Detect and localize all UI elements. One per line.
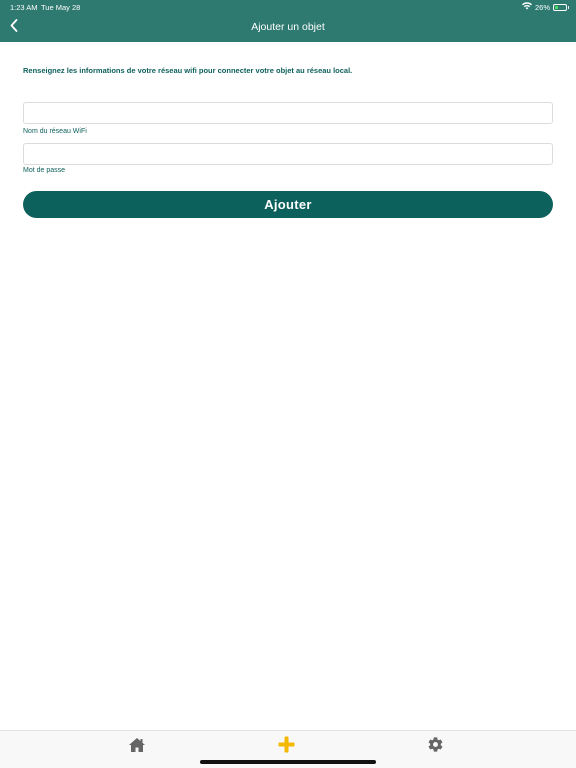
password-label: Mot de passe [23, 167, 66, 174]
status-date: Tue May 28 [41, 3, 81, 12]
tab-home[interactable] [126, 737, 148, 757]
home-indicator [200, 760, 376, 764]
battery-level [555, 5, 558, 9]
battery-percent: 26% [534, 2, 550, 12]
app-header: 1:23 AM Tue May 28 26% Ajouter un objet [0, 0, 576, 42]
password-field[interactable] [23, 143, 553, 165]
tab-add[interactable] [275, 736, 297, 758]
tab-settings[interactable] [424, 737, 446, 757]
home-icon [128, 737, 146, 758]
gear-icon [427, 736, 444, 758]
plus-icon [278, 736, 295, 758]
wifi-name-field[interactable] [23, 102, 553, 124]
wifi-name-label: Nom du réseau WiFi [23, 128, 87, 135]
wifi-icon [521, 2, 532, 12]
status-bar: 1:23 AM Tue May 28 26% [0, 0, 576, 14]
status-right: 26% [521, 2, 569, 12]
nav-bar: Ajouter un objet [0, 14, 576, 42]
add-button[interactable]: Ajouter [23, 191, 553, 218]
status-time: 1:23 AM [10, 3, 38, 12]
page-title: Ajouter un objet [251, 21, 325, 33]
battery-icon [553, 3, 569, 11]
intro-text: Renseignez les informations de votre rés… [23, 66, 353, 75]
